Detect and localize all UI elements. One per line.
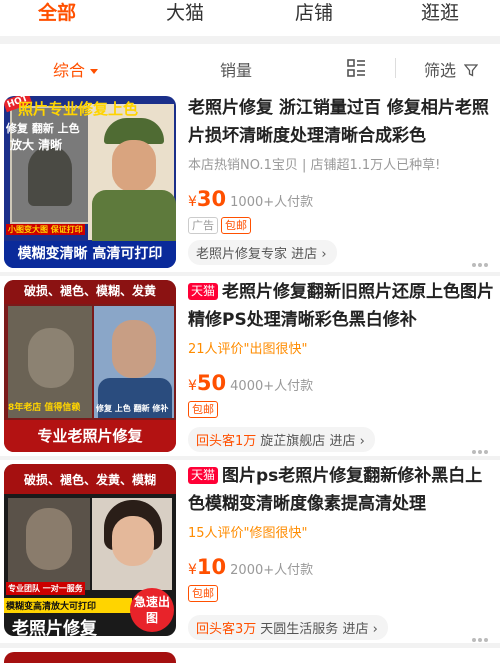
sales-count: 1000+人付款 <box>230 195 314 210</box>
product-review-hint: 15人评价"修图很快" <box>188 526 308 541</box>
tab-all[interactable]: 全部 <box>38 0 76 25</box>
product-title-text: 图片ps老照片修复翻新修补黑白上色模糊变清晰度像素提高清处理 <box>188 466 483 514</box>
shop-name: 天圆生活服务 <box>260 622 339 637</box>
thumb-banner: 照片专业修复上色 <box>18 100 139 118</box>
product-image[interactable]: HOT 照片专业修复上色 修复 翻新 上色 放大 清晰 小图变大图 保证打印 模… <box>4 96 176 268</box>
sort-comprehensive-label: 综合 <box>53 61 86 80</box>
product-image[interactable]: 破损、褪色、模糊、发黄 8年老店 值得信赖 修复 上色 翻新 修补 专业老照片修… <box>4 280 176 452</box>
divider <box>395 58 396 78</box>
sort-bar: 综合 销量 筛选 <box>0 44 500 92</box>
urgent-badge: 急速出图 <box>130 588 174 632</box>
product-title-text: 老照片修复翻新旧照片还原上色图片精修PS处理清晰彩色黑白修补 <box>188 282 494 330</box>
sort-comprehensive[interactable]: 综合 <box>53 57 99 81</box>
thumb-text: 修复 翻新 上色 <box>6 122 80 135</box>
sort-sales[interactable]: 销量 <box>220 57 252 81</box>
product-card[interactable]: HOT 照片专业修复上色 修复 翻新 上色 放大 清晰 小图变大图 保证打印 模… <box>0 92 500 272</box>
tmall-badge: 天猫 <box>188 467 219 484</box>
caret-down-icon <box>90 69 99 74</box>
thumb-note: 小图变大图 保证打印 <box>6 224 85 235</box>
grid-view-icon[interactable] <box>346 58 366 82</box>
more-icon[interactable] <box>472 252 490 267</box>
product-price: 10 <box>196 555 227 579</box>
filter-label: 筛选 <box>424 61 457 80</box>
currency-symbol: ¥ <box>188 562 197 578</box>
thumb-bottom-text: 专业老照片修复 <box>4 420 176 452</box>
enter-shop-label: 进店 <box>291 247 318 262</box>
shop-link[interactable]: 回头客1万 旋芷旗舰店 进店 › <box>188 427 375 452</box>
top-tab-bar: 全部 大猫 店铺 逛逛 <box>0 0 500 36</box>
product-title[interactable]: 老照片修复 浙江销量过百 修复相片老照片损坏清晰度处理清晰合成彩色 <box>188 94 494 150</box>
shop-name: 旋芷旗舰店 <box>260 434 326 449</box>
chevron-right-icon: › <box>372 622 378 637</box>
thumb-team: 专业团队 一对一服务 <box>6 582 85 595</box>
product-price: 50 <box>196 371 227 395</box>
thumb-banner: 破损、褪色、模糊、发黄 <box>23 284 156 298</box>
product-price: 30 <box>196 187 227 211</box>
currency-symbol: ¥ <box>188 194 197 210</box>
more-icon[interactable] <box>472 627 490 642</box>
free-shipping-tag: 包邮 <box>188 585 218 602</box>
thumb-banner: 破损、褪色、发黄、模糊 <box>23 473 156 487</box>
shop-link[interactable]: 回头客3万 天圆生活服务 进店 › <box>188 615 388 640</box>
thumb-text: 放大 清晰 <box>10 138 63 152</box>
currency-symbol: ¥ <box>188 378 197 394</box>
sales-count: 4000+人付款 <box>230 379 314 394</box>
product-image[interactable]: 破损、褪色、发黄、模糊 专业团队 一对一服务 模糊变高清放大可打印 老照片修复 … <box>4 464 176 636</box>
ad-tag: 广告 <box>188 217 218 234</box>
chevron-right-icon: › <box>359 434 365 449</box>
thumb-bottom-text: 模糊变清晰 高清可打印 <box>4 241 176 268</box>
tmall-badge: 天猫 <box>188 283 219 300</box>
filter-button[interactable]: 筛选 <box>424 57 479 81</box>
enter-shop-label: 进店 <box>342 622 369 637</box>
product-title[interactable]: 天猫 图片ps老照片修复翻新修补黑白上色模糊变清晰度像素提高清处理 <box>188 462 494 518</box>
tab-shops[interactable]: 店铺 <box>295 0 333 25</box>
funnel-icon <box>463 64 479 77</box>
product-title[interactable]: 天猫 老照片修复翻新旧照片还原上色图片精修PS处理清晰彩色黑白修补 <box>188 278 494 334</box>
product-review-hint: 21人评价"出图很快" <box>188 342 308 357</box>
tab-stroll[interactable]: 逛逛 <box>421 0 459 25</box>
thumb-services: 修复 上色 翻新 修补 <box>96 404 169 413</box>
shop-name: 老照片修复专家 <box>196 247 288 262</box>
tab-tmall[interactable]: 大猫 <box>166 0 204 25</box>
product-card-partial[interactable] <box>0 648 500 663</box>
enter-shop-label: 进店 <box>329 434 356 449</box>
chevron-right-icon: › <box>321 247 327 262</box>
more-icon[interactable] <box>472 439 490 454</box>
product-card[interactable]: 破损、褪色、模糊、发黄 8年老店 值得信赖 修复 上色 翻新 修补 专业老照片修… <box>0 276 500 456</box>
shop-link[interactable]: 老照片修复专家 进店 › <box>188 240 337 265</box>
repeat-customer-badge: 回头客1万 <box>196 434 257 449</box>
free-shipping-tag: 包邮 <box>221 217 251 234</box>
sales-count: 2000+人付款 <box>230 563 314 578</box>
thumb-years: 8年老店 值得信赖 <box>8 403 81 413</box>
free-shipping-tag: 包邮 <box>188 401 218 418</box>
product-subtitle: 本店热销NO.1宝贝 | 店铺超1.1万人已种草! <box>188 158 441 173</box>
repeat-customer-badge: 回头客3万 <box>196 622 257 637</box>
thumb-bottom-text: 老照片修复 <box>12 619 97 636</box>
thumb-bottom-small: 模糊变高清放大可打印 <box>4 598 132 613</box>
product-image[interactable] <box>4 652 176 663</box>
product-card[interactable]: 破损、褪色、发黄、模糊 专业团队 一对一服务 模糊变高清放大可打印 老照片修复 … <box>0 460 500 643</box>
